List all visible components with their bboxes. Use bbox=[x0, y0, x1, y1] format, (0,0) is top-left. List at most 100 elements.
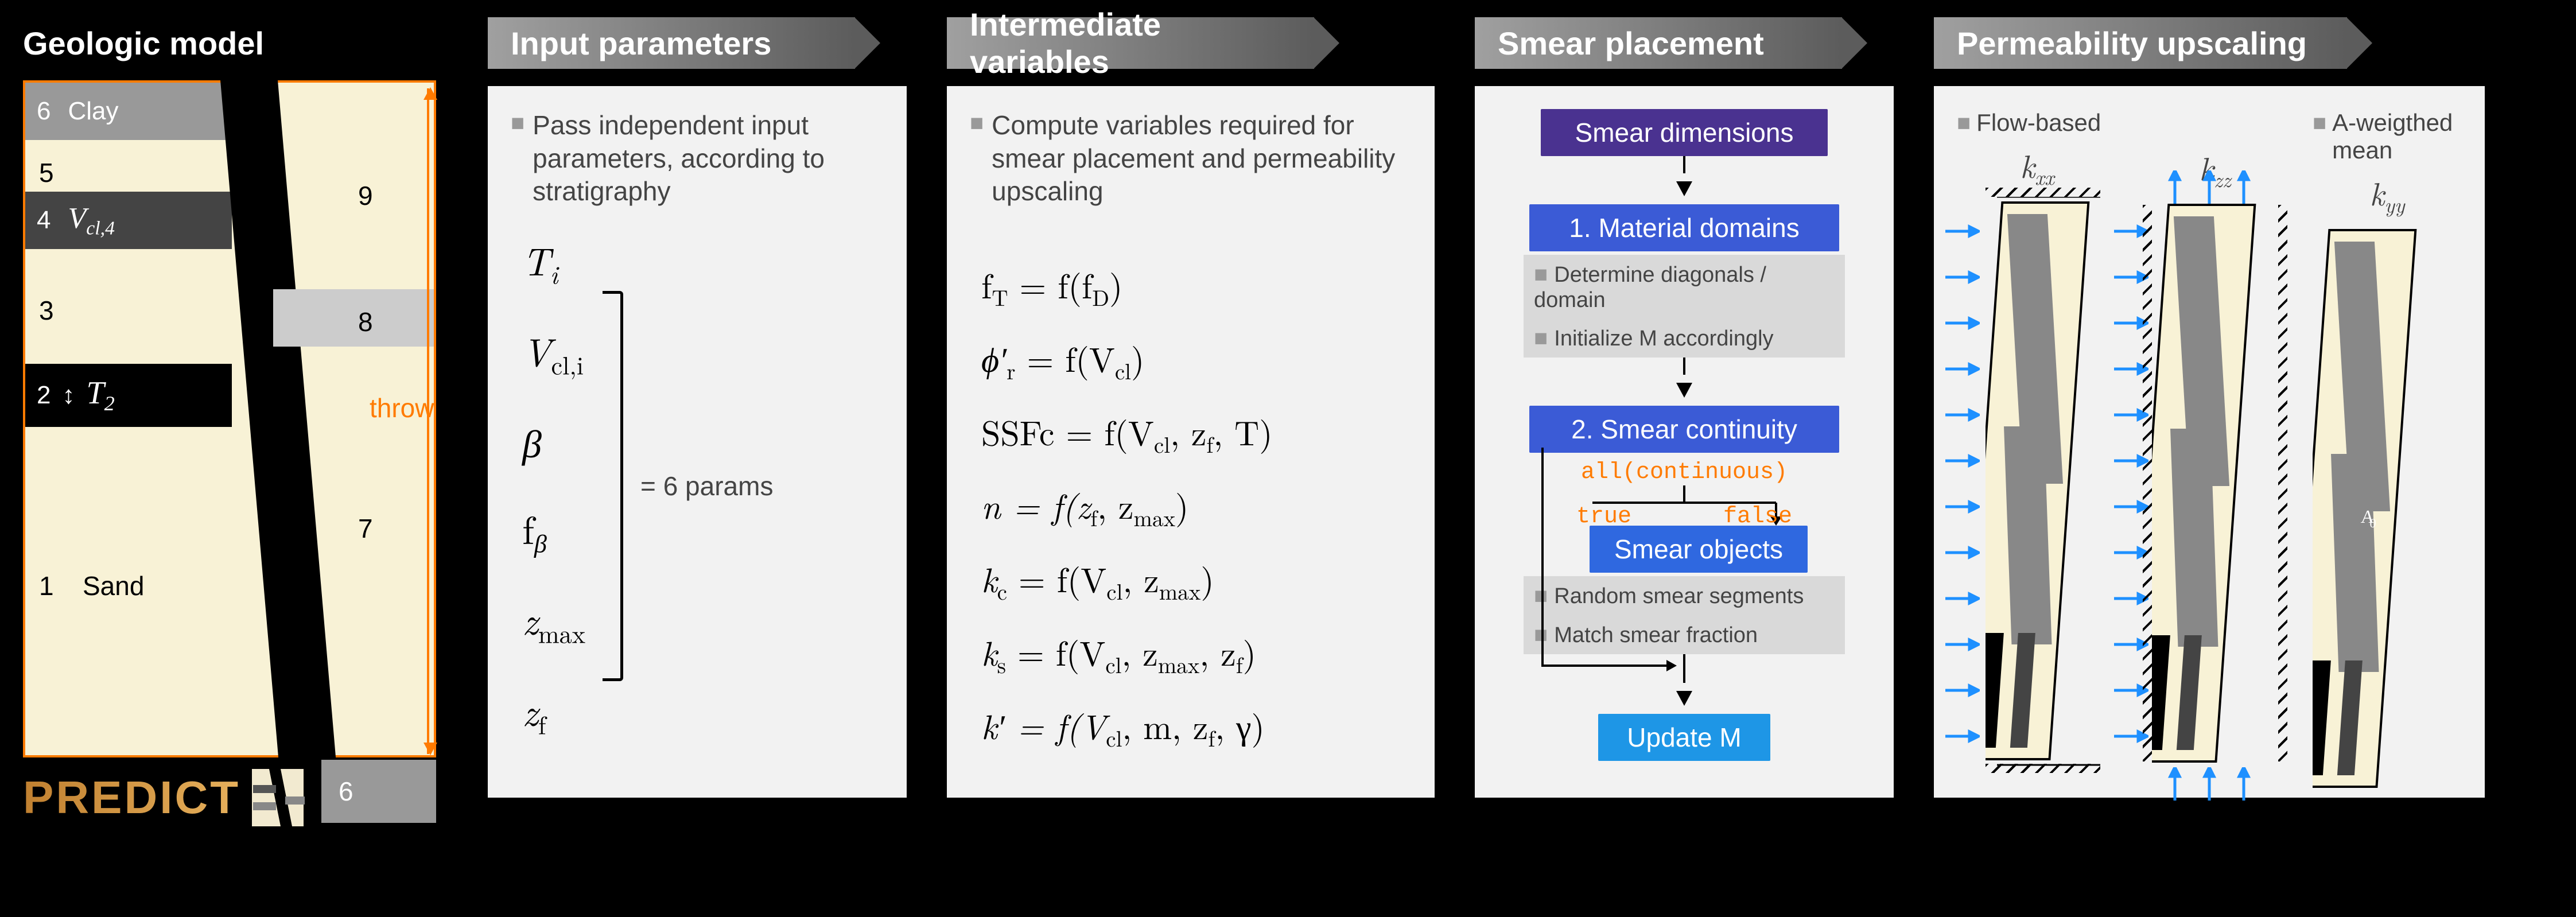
right-7-num: 7 bbox=[358, 513, 373, 544]
eq6-l: k bbox=[981, 627, 997, 676]
eq4-sub: f bbox=[1090, 502, 1097, 533]
fault-polygon bbox=[25, 83, 438, 817]
arrow-down-icon bbox=[1676, 181, 1692, 196]
header-input-parameters: Input parameters bbox=[488, 17, 855, 69]
kyy-sym: k bbox=[2369, 170, 2384, 215]
svg-text:0: 0 bbox=[2369, 516, 2377, 530]
eq2-rsub: cl bbox=[1115, 355, 1131, 386]
kyy-diagram: A 0 bbox=[2313, 224, 2439, 798]
bullet-icon: ■ bbox=[970, 109, 984, 208]
eq6-sub: s bbox=[997, 648, 1006, 680]
eq6-mid: , z bbox=[1122, 627, 1158, 676]
equation-list: fT = f(fD) ϕ′r = f(Vcl) SSFc = f(Vcl, zf… bbox=[970, 260, 1412, 753]
material-domains-box: 1. Material domains bbox=[1529, 204, 1839, 251]
param-zmax: z bbox=[522, 590, 538, 646]
bracket-icon bbox=[603, 291, 623, 681]
note-1b: Initialize M accordingly bbox=[1554, 327, 1773, 351]
param-zf-sub: f bbox=[538, 705, 546, 741]
input-panel: ■ Pass independent input parameters, acc… bbox=[488, 86, 907, 798]
param-Vcli-sub: cl,i bbox=[551, 346, 584, 382]
eq2-sub: r bbox=[1007, 355, 1015, 386]
eq5-mid: , z bbox=[1122, 554, 1159, 603]
eq5-end: ) bbox=[1200, 554, 1214, 603]
flow-based-label: Flow-based bbox=[1976, 109, 2101, 137]
param-fbeta: f bbox=[522, 500, 534, 555]
eq7-sub: cl bbox=[1106, 722, 1122, 753]
param-Ti: T bbox=[522, 231, 550, 287]
eq5-l: k bbox=[981, 554, 997, 603]
smear-panel: Smear dimensions 1. Material domains ■ D… bbox=[1475, 86, 1894, 798]
eq1-lsub: T bbox=[992, 281, 1008, 313]
eq2-r: = f(V bbox=[1015, 333, 1114, 382]
eq1-rsub: D bbox=[1092, 281, 1109, 313]
param-zf: z bbox=[522, 682, 538, 737]
kxx-sub: xx bbox=[2035, 161, 2054, 191]
param-list: Ti Vcl,i β fβ zmax zf bbox=[522, 231, 585, 742]
kzz-diagram bbox=[2140, 199, 2290, 773]
kyy-sub: yy bbox=[2384, 189, 2404, 219]
header-smear: Smear placement bbox=[1475, 17, 1842, 69]
eq7-end: , γ) bbox=[1215, 701, 1265, 749]
param-zmax-sub: max bbox=[538, 615, 585, 651]
param-Vcli: V bbox=[522, 322, 551, 378]
note-1a: Determine diagonals / domain bbox=[1534, 263, 1766, 312]
arrow-down-icon bbox=[1676, 383, 1692, 398]
kxx-diagram bbox=[1957, 197, 2117, 771]
eq3-end: , T) bbox=[1213, 407, 1272, 456]
intermediate-panel: ■ Compute variables required for smear p… bbox=[947, 86, 1435, 798]
eq6-rsub: cl bbox=[1105, 648, 1121, 680]
eq6-end: ) bbox=[1243, 627, 1256, 676]
input-desc: Pass independent input parameters, accor… bbox=[533, 109, 884, 208]
right-layer-6: 6 bbox=[321, 760, 436, 823]
eq5-r: = f(V bbox=[1007, 554, 1106, 603]
smear-continuity-box: 2. Smear continuity bbox=[1529, 406, 1839, 453]
header-geologic-model: Geologic model bbox=[23, 17, 448, 69]
smear-dimensions-box: Smear dimensions bbox=[1541, 109, 1828, 156]
header-perm: Permeability upscaling bbox=[1934, 17, 2347, 69]
angle-arc bbox=[232, 83, 301, 151]
bypass-line bbox=[1520, 448, 1692, 689]
eq6-sub2: max bbox=[1158, 648, 1200, 680]
param-fbeta-sub: β bbox=[534, 523, 547, 559]
eq2-end: ) bbox=[1131, 333, 1144, 382]
throw-label: throw bbox=[370, 393, 434, 423]
eq1-r: = f(f bbox=[1008, 260, 1093, 309]
eq5-rsub: cl bbox=[1106, 575, 1122, 607]
eq5-sub: c bbox=[997, 575, 1007, 607]
eq6-mid2: , z bbox=[1199, 627, 1235, 676]
false-label: false bbox=[1723, 504, 1792, 530]
right-9-num: 9 bbox=[358, 180, 373, 211]
header-intermediate: Intermediate variables bbox=[947, 17, 1314, 69]
eq4-mid: , z bbox=[1097, 480, 1133, 529]
inter-desc: Compute variables required for smear pla… bbox=[992, 109, 1412, 208]
bullet-icon: ■ bbox=[511, 109, 524, 208]
kxx-sym: k bbox=[2020, 142, 2035, 188]
eq2-l: ϕ′ bbox=[981, 333, 1007, 382]
eq3-sub: cl bbox=[1154, 428, 1170, 460]
logo-mark-icon bbox=[246, 769, 309, 826]
eq4-end: ) bbox=[1175, 480, 1188, 529]
eq7-sub2: f bbox=[1208, 722, 1215, 753]
eq4-sub2: max bbox=[1133, 502, 1175, 533]
eq3-l: SSFc = f(V bbox=[981, 407, 1154, 456]
right-8-num: 8 bbox=[358, 306, 373, 337]
param-Ti-sub: i bbox=[550, 255, 558, 291]
eq1-l: f bbox=[981, 260, 992, 309]
aweighted-label: A-weigthed mean bbox=[2332, 109, 2462, 164]
eq1-end: ) bbox=[1109, 260, 1122, 309]
eq6-sub3: f bbox=[1236, 648, 1243, 680]
eq7-l: k′ = f(V bbox=[981, 701, 1106, 749]
perm-panel: ■Flow-based kxx bbox=[1934, 86, 2485, 798]
param-count: = 6 params bbox=[640, 471, 773, 502]
arrow-down-icon bbox=[1676, 691, 1692, 706]
param-beta: β bbox=[522, 413, 542, 469]
right-layer-8-fill bbox=[273, 289, 434, 347]
eq5-sub2: max bbox=[1159, 575, 1201, 607]
eq3-mid: , z bbox=[1170, 407, 1206, 456]
update-m-box: Update M bbox=[1598, 714, 1770, 761]
eq3-sub2: f bbox=[1206, 428, 1213, 460]
eq4-l: n = f(z bbox=[981, 480, 1090, 529]
eq6-r: = f(V bbox=[1006, 627, 1105, 676]
eq7-mid: , m, z bbox=[1122, 701, 1208, 749]
geologic-model-diagram: 6 Clay 5 4 Vcl,4 3 2 ↕ T2 1 Sand bbox=[23, 80, 436, 757]
